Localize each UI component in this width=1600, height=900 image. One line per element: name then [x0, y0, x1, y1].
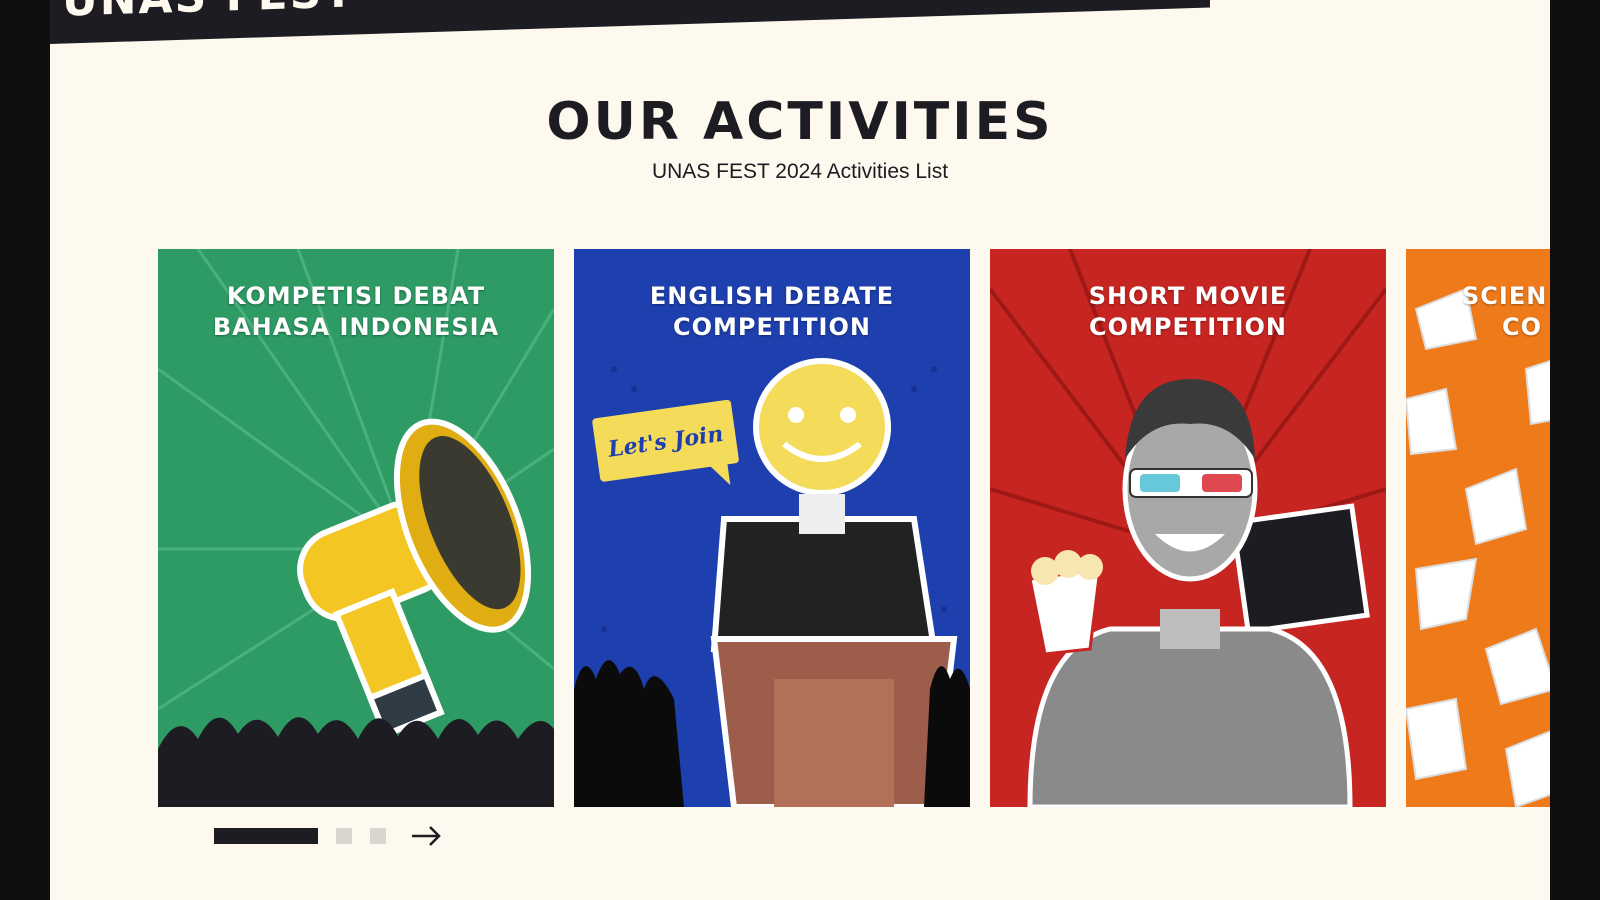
pagination-dot[interactable]: [336, 828, 352, 844]
activity-card-science-partial[interactable]: SCIEN CO: [1406, 249, 1550, 807]
card-title-line1: KOMPETISI DEBAT: [226, 282, 486, 310]
arrow-right-icon[interactable]: [410, 822, 442, 850]
section-subtitle: UNAS FEST 2024 Activities List: [651, 160, 949, 183]
card-title-line1: SHORT MOVIE: [1088, 282, 1288, 310]
card-title: ENGLISH DEBATE COMPETITION: [574, 281, 970, 343]
pagination-dot-active[interactable]: [214, 828, 318, 844]
card-title-line2: COMPETITION: [673, 313, 871, 341]
card-title: KOMPETISI DEBAT BAHASA INDONESIA: [158, 281, 554, 343]
top-banner: UNAS FEST: [50, 0, 1210, 44]
card-title-line2: BAHASA INDONESIA: [212, 313, 500, 341]
card-title: SHORT MOVIE COMPETITION: [990, 281, 1386, 343]
activity-card-english-debate[interactable]: Let's Join ENGLISH DEBATE COMPETITION: [574, 249, 970, 807]
card-title-line2: COMPETITION: [1089, 313, 1287, 341]
activity-card-short-movie[interactable]: SHORT MOVIE COMPETITION: [990, 249, 1386, 807]
card-title-line1: SCIEN: [1462, 282, 1548, 310]
card-title-line1: ENGLISH DEBATE: [649, 282, 895, 310]
pagination-dot[interactable]: [370, 828, 386, 844]
card-title-line2: CO: [1502, 313, 1543, 341]
popcorn-bucket: [1028, 550, 1103, 656]
banner-text: UNAS FEST: [62, 0, 355, 27]
section-title: OUR ACTIVITIES: [546, 92, 1054, 152]
card-title: SCIEN CO: [1462, 281, 1547, 343]
activities-carousel[interactable]: KOMPETISI DEBAT BAHASA INDONESIA Let's J…: [158, 249, 1550, 807]
page: UNAS FEST OUR ACTIVITIES UNAS FEST 2024 …: [50, 0, 1550, 900]
activity-card-debat-bahasa-indonesia[interactable]: KOMPETISI DEBAT BAHASA INDONESIA: [158, 249, 554, 807]
